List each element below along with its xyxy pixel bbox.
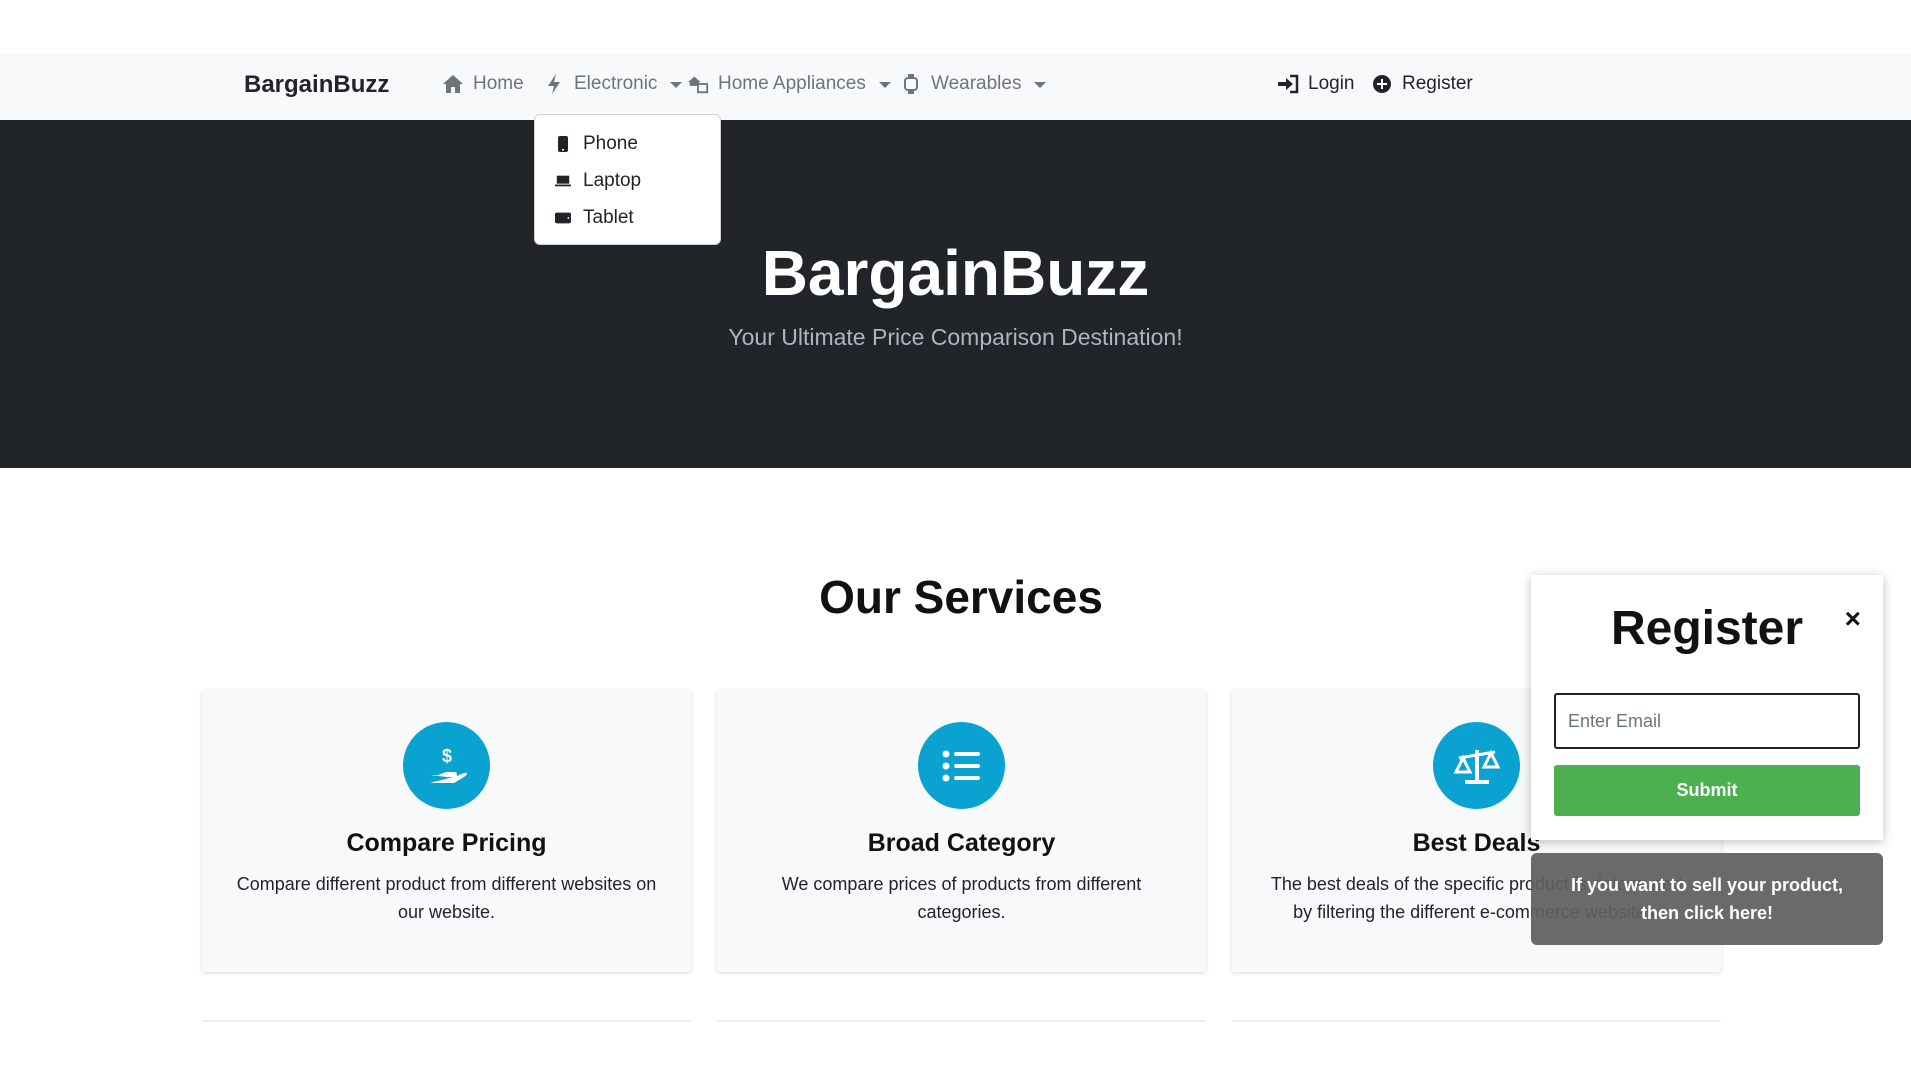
close-icon[interactable]: × <box>1845 605 1861 633</box>
list-icon <box>918 722 1005 809</box>
nav-electronic-label: Electronic <box>574 73 658 94</box>
card-row-2-top <box>1232 1020 1721 1028</box>
svg-text:$: $ <box>441 746 451 766</box>
electronic-dropdown-menu: Phone Laptop Tablet <box>534 114 721 245</box>
submit-button[interactable]: Submit <box>1554 765 1860 816</box>
chevron-down-icon <box>1034 82 1047 88</box>
email-field[interactable] <box>1554 693 1860 749</box>
chevron-down-icon <box>670 82 683 88</box>
brand-logo[interactable]: BargainBuzz <box>244 71 389 99</box>
dropdown-item-phone[interactable]: Phone <box>535 125 720 162</box>
chevron-down-icon <box>878 82 891 88</box>
phone-icon <box>555 135 571 152</box>
card-title: Broad Category <box>867 829 1056 857</box>
appliance-icon <box>687 73 709 95</box>
hand-dollar-icon: $ <box>403 722 490 809</box>
register-popup-title: Register <box>1610 602 1804 655</box>
dropdown-item-label: Laptop <box>583 169 642 191</box>
card-row-2-top <box>717 1020 1206 1028</box>
nav-home[interactable]: Home <box>442 73 524 95</box>
bolt-icon <box>543 73 565 95</box>
card-row-2-top <box>202 1020 691 1028</box>
register-popup: Register × Submit <box>1531 575 1883 840</box>
tablet-icon <box>555 210 571 226</box>
nav-electronic[interactable]: Electronic <box>543 73 683 95</box>
hero-subtitle: Your Ultimate Price Comparison Destinati… <box>728 324 1183 350</box>
sell-product-toast[interactable]: If you want to sell your product, then c… <box>1531 853 1883 945</box>
card-title: Compare Pricing <box>346 829 547 857</box>
nav-home-label: Home <box>473 73 524 94</box>
dropdown-item-laptop[interactable]: Laptop <box>535 162 720 199</box>
top-spacer <box>0 0 1911 53</box>
nav-wearables[interactable]: Wearables <box>900 73 1047 95</box>
card-text: We compare prices of products from diffe… <box>781 874 1142 922</box>
nav-wearables-label: Wearables <box>931 73 1022 94</box>
nav-register-label: Register <box>1402 73 1473 94</box>
nav-home-appliances[interactable]: Home Appliances <box>687 73 891 95</box>
service-card-compare-pricing: $ Compare Pricing Compare different prod… <box>202 690 691 972</box>
plus-circle-icon <box>1371 73 1393 95</box>
watch-icon <box>900 73 922 95</box>
service-card-broad-category: Broad Category We compare prices of prod… <box>717 690 1206 972</box>
nav-login-label: Login <box>1308 73 1355 94</box>
scale-icon <box>1433 722 1520 809</box>
dropdown-item-tablet[interactable]: Tablet <box>535 199 720 236</box>
hero-banner: BargainBuzz Your Ultimate Price Comparis… <box>0 120 1911 468</box>
nav-home-appliances-label: Home Appliances <box>718 73 866 94</box>
card-text: Compare different product from different… <box>236 874 657 922</box>
dropdown-item-label: Tablet <box>583 206 634 228</box>
navbar: BargainBuzz Home Electronic Home Applian… <box>0 53 1911 120</box>
sell-toast-line: If you want to sell your product, <box>1570 875 1843 895</box>
dropdown-item-label: Phone <box>583 132 638 154</box>
nav-login[interactable]: Login <box>1277 73 1355 95</box>
login-icon <box>1277 73 1299 95</box>
laptop-icon <box>555 173 571 189</box>
nav-register[interactable]: Register <box>1371 73 1473 95</box>
home-icon <box>442 73 464 95</box>
hero-title: BargainBuzz <box>761 237 1150 309</box>
sell-toast-line: then click here! <box>1640 903 1774 923</box>
